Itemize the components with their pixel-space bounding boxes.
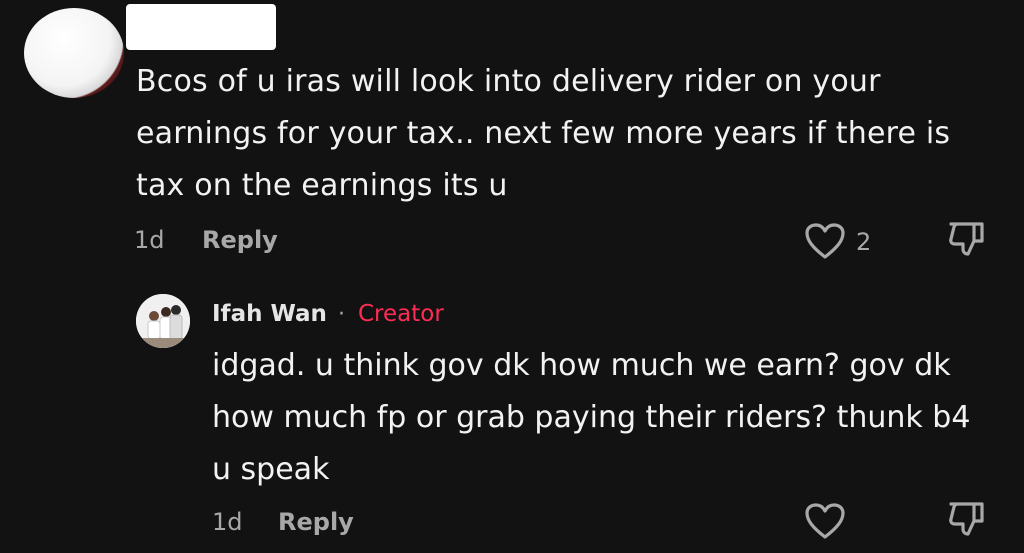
creator-username[interactable]: Ifah Wan bbox=[212, 301, 327, 327]
commenter-avatar[interactable] bbox=[24, 8, 124, 98]
comment-text: Bcos of u iras will look into delivery r… bbox=[136, 64, 951, 203]
reply-reply-button[interactable]: Reply bbox=[278, 508, 354, 536]
creator-avatar[interactable] bbox=[136, 294, 190, 348]
heart-icon[interactable] bbox=[804, 222, 846, 260]
like-count: 2 bbox=[856, 228, 872, 256]
redacted-username bbox=[126, 4, 276, 50]
reply-text: idgad. u think gov dk how much we earn? … bbox=[212, 348, 971, 487]
reply-timestamp: 1d bbox=[212, 508, 243, 536]
dislike-icon[interactable] bbox=[946, 220, 988, 260]
creator-badge: Creator bbox=[358, 301, 444, 327]
comment-reply-button[interactable]: Reply bbox=[202, 226, 278, 254]
dislike-icon[interactable] bbox=[946, 500, 988, 540]
heart-icon[interactable] bbox=[804, 502, 846, 540]
comment-timestamp: 1d bbox=[134, 226, 165, 254]
separator-dot: · bbox=[338, 302, 345, 327]
